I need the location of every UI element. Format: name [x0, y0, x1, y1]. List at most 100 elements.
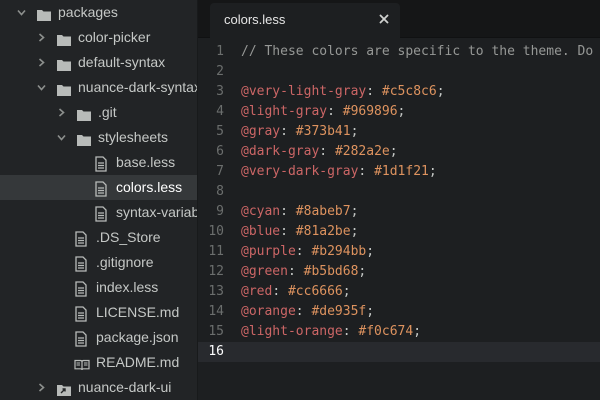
code-semicolon: ;: [350, 124, 359, 139]
tree-folder-nuance-dark-syntax[interactable]: nuance-dark-syntax: [0, 75, 197, 100]
less-variable-name: @purple: [241, 244, 296, 259]
tree-folder-packages[interactable]: packages: [0, 0, 197, 25]
text-editor[interactable]: 1 2 3 4 5 6 7 8 9 10 11 12 13 14 15 16 // These colors …: [198, 38, 600, 400]
file-text-icon: [74, 255, 90, 272]
code-line[interactable]: @purple: #b294bb;: [240, 242, 600, 262]
tree-file-license-md[interactable]: LICENSE.md: [0, 300, 197, 325]
chevron-down-icon[interactable]: [36, 75, 46, 100]
tree-file-base-less[interactable]: base.less: [0, 150, 197, 175]
less-variable-name: @very-light-gray: [241, 84, 367, 99]
less-variable-name: @light-orange: [241, 324, 343, 339]
less-variable-name: @gray: [241, 124, 281, 139]
chevron-right-icon[interactable]: [36, 50, 46, 75]
code-semicolon: ;: [358, 264, 367, 279]
code-semicolon: ;: [350, 204, 359, 219]
tree-folder-color-picker[interactable]: color-picker: [0, 25, 197, 50]
code-line[interactable]: [240, 342, 600, 362]
chevron-right-icon[interactable]: [56, 100, 66, 125]
code-line[interactable]: @very-light-gray: #c5c8c6;: [240, 82, 600, 102]
less-variable-name: @light-gray: [241, 104, 328, 119]
code-line[interactable]: @very-dark-gray: #1d1f21;: [240, 162, 600, 182]
code-line[interactable]: @dark-gray: #282a2e;: [240, 142, 600, 162]
tree-folder-default-syntax[interactable]: default-syntax: [0, 50, 197, 75]
tree-item-label: .DS_Store: [96, 229, 161, 245]
code-line[interactable]: // These colors are specific to the them…: [240, 42, 600, 62]
code-line[interactable]: @light-gray: #969896;: [240, 102, 600, 122]
folder-icon: [56, 55, 72, 71]
chevron-right-icon[interactable]: [36, 25, 46, 50]
code-line[interactable]: [240, 62, 600, 82]
tree-item-label: package.json: [96, 329, 179, 345]
tree-item-label: .git: [98, 104, 117, 120]
hex-color-value: #81a2be: [295, 224, 351, 239]
code-semicolon: ;: [413, 324, 422, 339]
line-number: 12: [208, 264, 224, 279]
hex-color-value: #de935f: [311, 304, 367, 319]
less-variable-name: @dark-gray: [241, 144, 320, 159]
tree-folder-nuance-dark-ui[interactable]: nuance-dark-ui: [0, 375, 197, 400]
close-icon[interactable]: [378, 13, 390, 25]
hex-color-value: #b5bd68: [303, 264, 359, 279]
less-variable-name: @very-dark-gray: [241, 164, 359, 179]
code-colon: :: [366, 84, 382, 99]
code-line[interactable]: @orange: #de935f;: [240, 302, 600, 322]
chevron-down-icon[interactable]: [16, 0, 26, 25]
tree-folder-git[interactable]: .git: [0, 100, 197, 125]
tab-colors-less[interactable]: colors.less: [210, 3, 400, 38]
code-line[interactable]: [240, 182, 600, 202]
code-semicolon: ;: [436, 84, 445, 99]
book-icon: [74, 355, 90, 371]
tree-file-ds-store[interactable]: .DS_Store: [0, 225, 197, 250]
code-line[interactable]: @red: #cc6666;: [240, 282, 600, 302]
hex-color-value: #1d1f21: [374, 164, 429, 179]
hex-color-value: #8abeb7: [295, 204, 351, 219]
code-line[interactable]: @green: #b5bd68;: [240, 262, 600, 282]
hex-color-value: #969896: [342, 104, 398, 119]
code-colon: :: [272, 284, 288, 299]
folder-icon: [76, 130, 92, 146]
tree-item-label: colors.less: [116, 179, 183, 195]
code-colon: :: [342, 324, 359, 339]
tree-file-gitignore[interactable]: .gitignore: [0, 250, 197, 275]
code-colon: :: [287, 264, 304, 279]
editor-pane: colors.less 1 2 3 4 5 6 7 8 9 10 11 12 13 14 15 16 // T…: [198, 0, 600, 400]
code-area[interactable]: // These colors are specific to the them…: [240, 38, 600, 400]
tree-file-colors-less[interactable]: colors.less: [0, 175, 197, 200]
line-number: 9: [216, 204, 224, 219]
tree-file-index-less[interactable]: index.less: [0, 275, 197, 300]
code-line[interactable]: @light-orange: #f0c674;: [240, 322, 600, 342]
code-line[interactable]: @blue: #81a2be;: [240, 222, 600, 242]
tree-view[interactable]: packages color-picker default-syntax nuance…: [0, 0, 198, 400]
tree-file-package-json[interactable]: package.json: [0, 325, 197, 350]
line-number: 7: [216, 164, 224, 179]
code-semicolon: ;: [366, 244, 375, 259]
less-variable-name: @green: [241, 264, 288, 279]
folder-icon: [56, 80, 72, 96]
tree-file-readme-md[interactable]: README.md: [0, 350, 197, 375]
chevron-down-icon[interactable]: [56, 125, 66, 150]
tree-file-syntax-variables-less[interactable]: syntax-variables.less: [0, 200, 197, 225]
code-semicolon: ;: [428, 164, 437, 179]
tree-item-label: default-syntax: [78, 54, 166, 70]
tab-title: colors.less: [224, 12, 286, 27]
code-semicolon: ;: [389, 144, 398, 159]
line-number: 3: [216, 84, 224, 99]
tree-folder-stylesheets[interactable]: stylesheets: [0, 125, 197, 150]
line-number-gutter: 1 2 3 4 5 6 7 8 9 10 11 12 13 14 15 16: [198, 38, 240, 400]
line-number: 16: [198, 342, 240, 362]
line-number: 14: [208, 304, 224, 319]
line-number: 8: [216, 184, 224, 199]
line-number: 1: [216, 44, 224, 59]
tree-item-label: base.less: [116, 154, 176, 170]
code-semicolon: ;: [342, 284, 351, 299]
code-colon: :: [280, 224, 296, 239]
code-comment: // These colors are specific to the them…: [241, 44, 594, 59]
chevron-right-icon[interactable]: [36, 375, 46, 400]
less-variable-name: @cyan: [241, 204, 281, 219]
line-number: 11: [208, 244, 224, 259]
code-line[interactable]: @gray: #373b41;: [240, 122, 600, 142]
tree-item-label: packages: [58, 4, 118, 20]
atom-window: packages color-picker default-syntax nuance…: [0, 0, 600, 400]
tree-item-label: LICENSE.md: [96, 304, 180, 320]
code-line[interactable]: @cyan: #8abeb7;: [240, 202, 600, 222]
